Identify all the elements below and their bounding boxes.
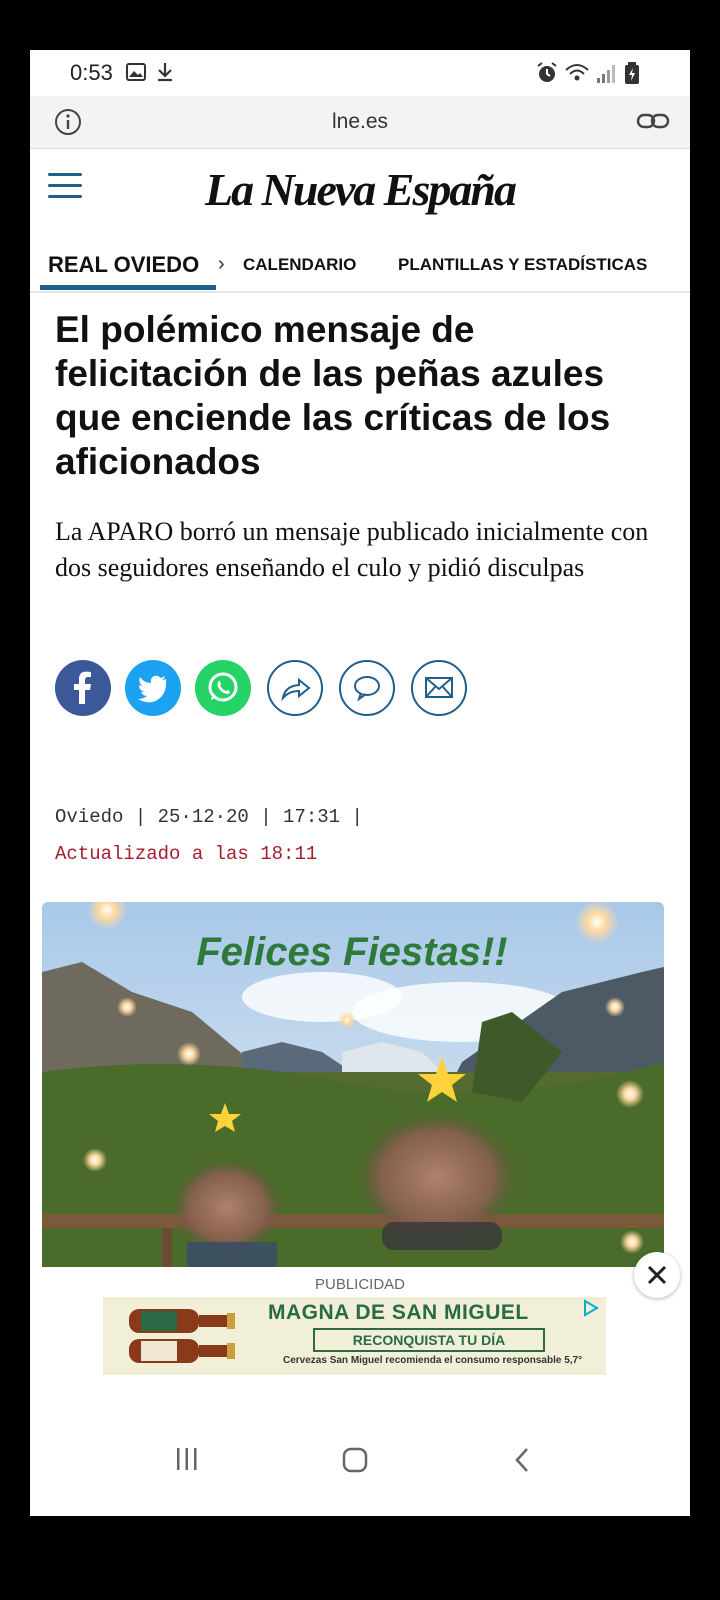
site-logo[interactable]: La Nueva España	[30, 163, 690, 216]
article-updated: Actualizado a las 18:11	[55, 843, 318, 865]
gallery-icon	[126, 63, 146, 81]
article-headline: El polémico mensaje de felicitación de l…	[55, 309, 611, 482]
wifi-icon	[565, 64, 589, 81]
article-meta: Oviedo | 25·12·20 | 17:31 |	[55, 806, 363, 828]
ad-banner[interactable]: MAGNA DE SAN MIGUEL RECONQUISTA TU DÍA C…	[103, 1297, 606, 1375]
image-greeting-text: Felices Fiestas!!	[196, 930, 507, 974]
article-subtitle: La APARO borró un mensaje publicado inic…	[55, 517, 649, 582]
home-icon[interactable]	[341, 1446, 369, 1474]
system-nav-bar	[30, 1416, 690, 1516]
email-share-button[interactable]	[411, 660, 467, 716]
url-bar: lne.es	[30, 96, 690, 149]
whatsapp-icon	[208, 672, 238, 702]
email-icon	[425, 677, 453, 698]
ad-legal-text: Cervezas San Miguel recomienda el consum…	[283, 1355, 583, 1366]
whatsapp-share-button[interactable]	[195, 660, 251, 716]
section-tab-real-oviedo[interactable]: REAL OVIEDO	[48, 252, 199, 278]
section-nav: REAL OVIEDO › CALENDARIO PLANTILLAS Y ES…	[30, 239, 690, 293]
share-icon	[281, 677, 311, 702]
status-time: 0:53	[70, 60, 113, 85]
adchoices-icon[interactable]	[582, 1299, 600, 1317]
status-bar: 0:53	[30, 50, 690, 96]
comment-button[interactable]	[339, 660, 395, 716]
section-tab-plantillas[interactable]: PLANTILLAS Y ESTADÍSTICAS	[398, 255, 647, 275]
alarm-icon	[537, 62, 557, 82]
download-icon	[158, 63, 172, 82]
twitter-share-button[interactable]	[125, 660, 181, 716]
comment-icon	[354, 676, 380, 702]
article-image[interactable]: Felices Fiestas!!	[42, 902, 664, 1267]
recent-apps-icon[interactable]	[174, 1446, 200, 1472]
url-text[interactable]: lne.es	[30, 110, 690, 134]
twitter-icon	[138, 675, 166, 703]
share-button[interactable]	[267, 660, 323, 716]
ad-brand: MAGNA DE SAN MIGUEL	[268, 1301, 529, 1324]
section-tab-calendario[interactable]: CALENDARIO	[243, 255, 356, 275]
link-icon[interactable]	[636, 109, 670, 133]
battery-icon	[625, 62, 639, 84]
ad-label: PUBLICIDAD	[314, 1276, 406, 1293]
site-header: La Nueva España	[30, 149, 690, 239]
facebook-icon	[74, 671, 91, 704]
facebook-share-button[interactable]	[55, 660, 111, 716]
back-icon[interactable]	[512, 1446, 532, 1474]
beer-bottles-image	[129, 1309, 235, 1363]
landscape-image: Felices Fiestas!!	[42, 902, 664, 1267]
ad-cta[interactable]: RECONQUISTA TU DÍA	[313, 1328, 545, 1352]
phone-screen: 0:53 lne.es La Nueva España REAL OVIEDO …	[30, 50, 690, 1516]
chevron-right-icon: ›	[218, 253, 225, 275]
signal-icon	[597, 65, 615, 83]
active-tab-indicator	[40, 285, 216, 290]
